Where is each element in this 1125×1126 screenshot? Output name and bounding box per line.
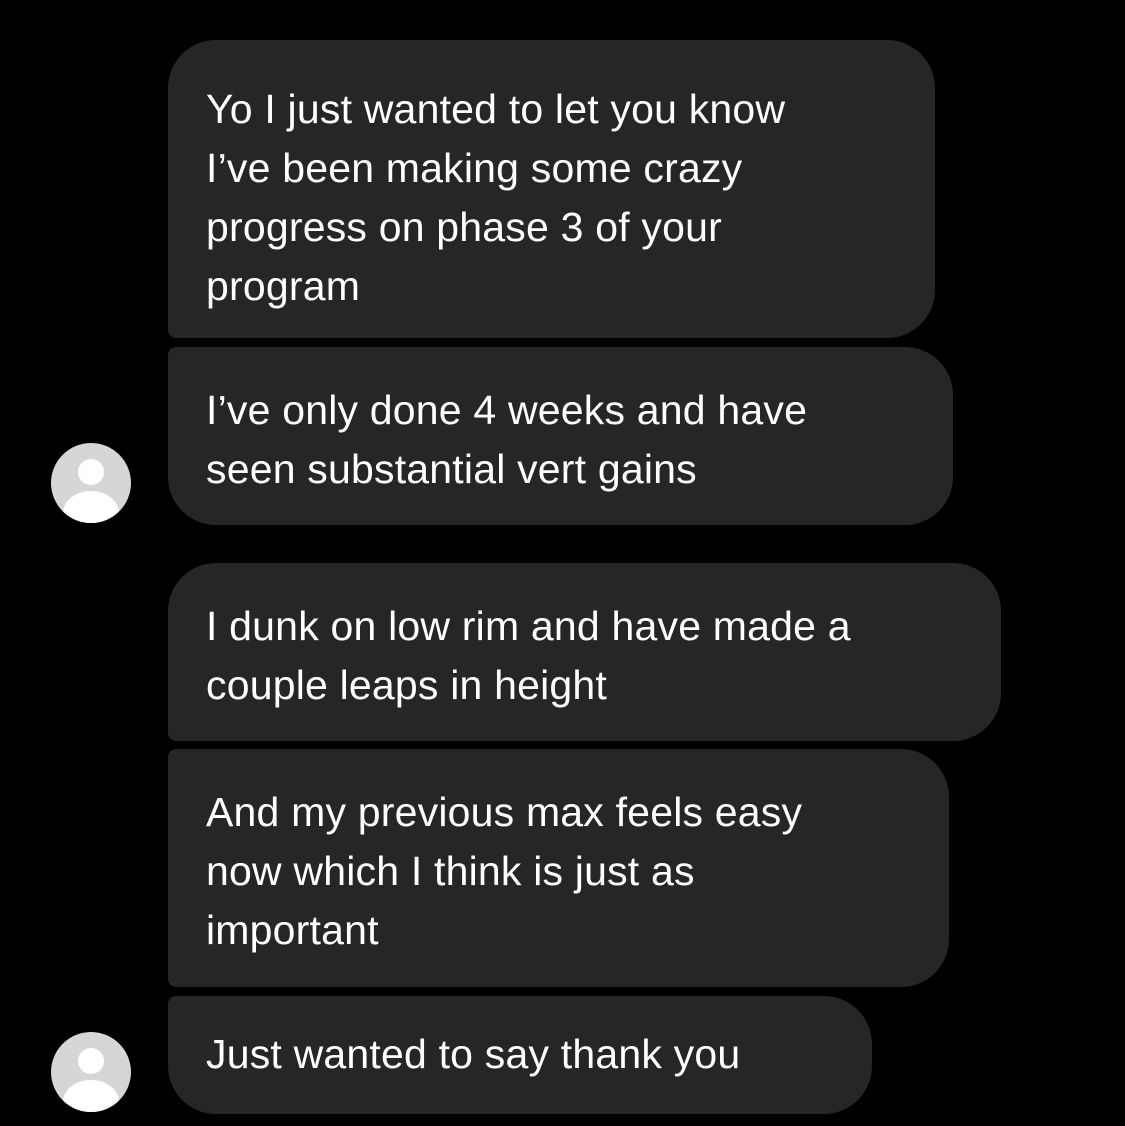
- message-bubble[interactable]: I’ve only done 4 weeks and have seen sub…: [168, 347, 953, 525]
- user-avatar-icon[interactable]: [51, 443, 131, 523]
- message-thread: Yo I just wanted to let you know I’ve be…: [0, 0, 1125, 1126]
- message-bubble[interactable]: I dunk on low rim and have made a couple…: [168, 563, 1001, 741]
- avatar-head-shape: [78, 1048, 104, 1074]
- message-bubble[interactable]: Yo I just wanted to let you know I’ve be…: [168, 40, 935, 338]
- avatar-shoulders-shape: [63, 491, 119, 523]
- user-avatar-icon[interactable]: [51, 1032, 131, 1112]
- avatar-head-shape: [78, 459, 104, 485]
- avatar-shoulders-shape: [63, 1080, 119, 1112]
- message-bubble[interactable]: Just wanted to say thank you: [168, 996, 872, 1114]
- message-bubble[interactable]: And my previous max feels easy now which…: [168, 749, 949, 987]
